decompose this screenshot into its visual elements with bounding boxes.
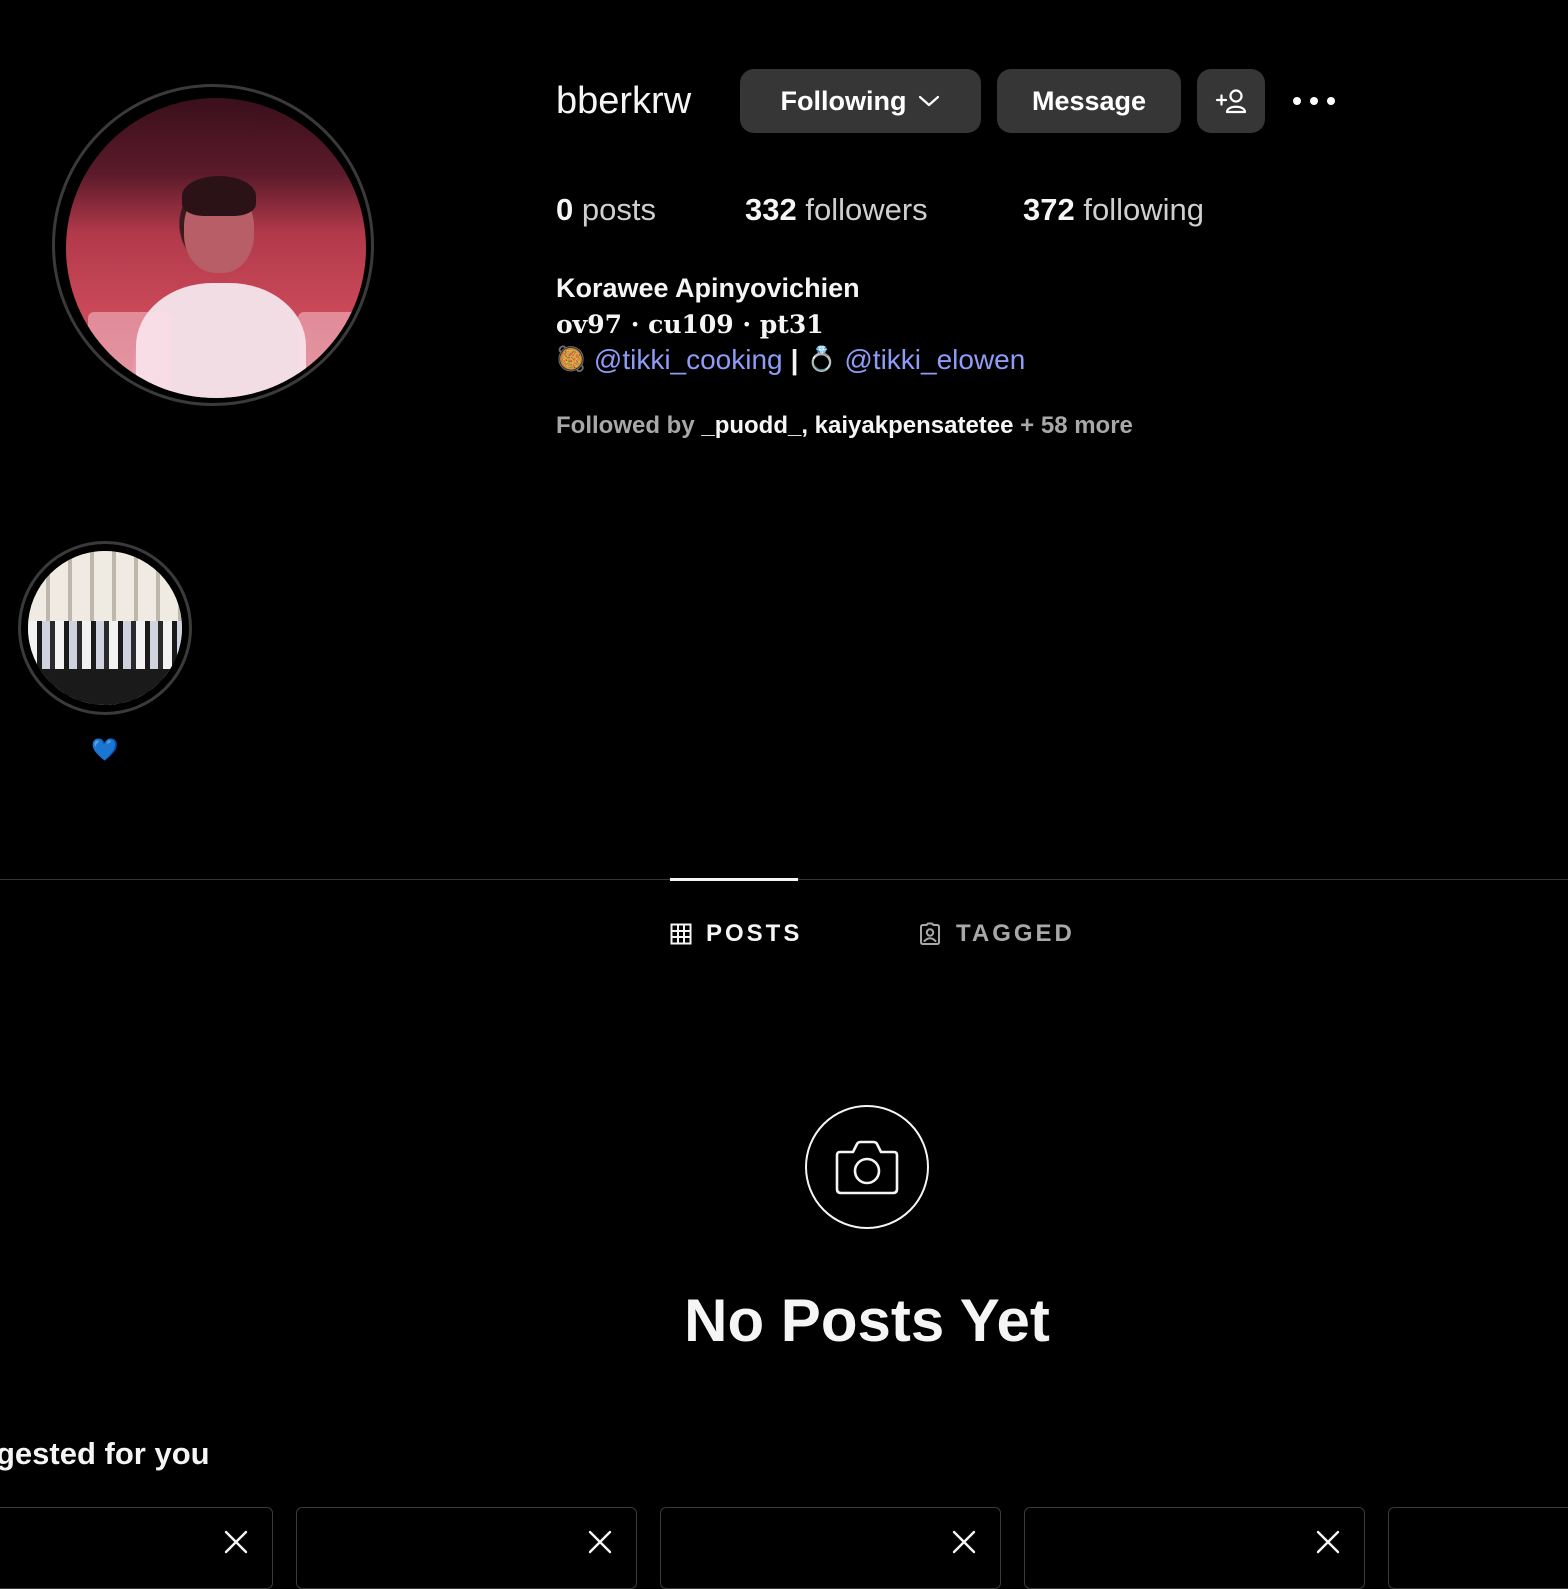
profile-bio: ov97 · cu109 · pt31 [556,310,824,339]
grid-icon [670,923,692,945]
suggested-card[interactable] [1024,1507,1365,1589]
tab-tagged-label: TAGGED [956,920,1075,947]
highlight-label: 💙 [91,737,119,762]
following-count: 372 [1023,192,1075,227]
bio-separator: | [790,344,799,375]
avatar-hair [182,176,256,216]
close-icon[interactable] [222,1528,250,1556]
profile-bio-links: 🥘 @tikki_cooking | 💍 @tikki_elowen [556,341,1025,379]
suggested-card[interactable] [0,1507,273,1589]
avatar-glass-right [298,312,358,398]
followers-label: followers [805,192,928,227]
more-options-icon [1293,97,1335,105]
stat-following[interactable]: 372 following [1023,188,1204,232]
suggested-card[interactable] [296,1507,637,1589]
profile-avatar[interactable] [66,98,366,398]
tagged-icon [920,922,940,945]
highlight-cover[interactable] [28,551,182,705]
empty-state-camera [805,1105,929,1229]
suggest-people-button[interactable] [1197,69,1265,133]
close-icon[interactable] [950,1528,978,1556]
highlight-wall [28,551,182,621]
tab-tagged[interactable]: TAGGED [918,914,1075,954]
close-icon[interactable] [586,1528,614,1556]
tab-posts[interactable]: POSTS [670,914,802,954]
tab-posts-label: POSTS [706,920,803,947]
bio-link-tikki-cooking[interactable]: @tikki_cooking [594,341,783,379]
following-button[interactable]: Following [740,69,981,133]
chevron-down-icon [919,95,940,107]
profile-full-name: Korawee Apinyovichien [556,273,860,303]
following-button-label: Following [780,85,907,116]
posts-label: posts [581,192,656,227]
suggested-title: gested for you [0,1436,210,1471]
bio-link-tikki-elowen[interactable]: @tikki_elowen [844,341,1025,379]
more-options-button[interactable] [1286,80,1342,122]
followed-by-names: _puodd_, kaiyakpensatetee [701,412,1014,439]
ring-icon: 💍 [806,346,837,373]
cooking-pot-icon: 🥘 [556,346,586,373]
suggested-card[interactable] [1388,1507,1568,1589]
message-button-label: Message [1031,85,1147,116]
profile-username: bberkrw [556,80,692,122]
close-icon[interactable] [1314,1528,1342,1556]
avatar-glass-left [88,312,172,398]
followed-by-prefix: Followed by [556,412,695,439]
highlight-floor [28,669,182,705]
empty-state-title: No Posts Yet [684,1287,1050,1354]
followed-by-more: + 58 more [1020,412,1133,439]
add-person-icon [1215,89,1247,114]
tab-active-indicator [670,878,798,881]
stat-posts: 0 posts [556,188,656,232]
posts-count: 0 [556,192,574,227]
stat-followers[interactable]: 332 followers [745,188,928,232]
following-label: following [1083,192,1204,227]
followers-count: 332 [745,192,797,227]
suggested-card[interactable] [660,1507,1001,1589]
camera-icon [835,1140,899,1195]
message-button[interactable]: Message [997,69,1181,133]
followed-by[interactable]: Followed by _puodd_, kaiyakpensatetee + … [556,408,1133,444]
